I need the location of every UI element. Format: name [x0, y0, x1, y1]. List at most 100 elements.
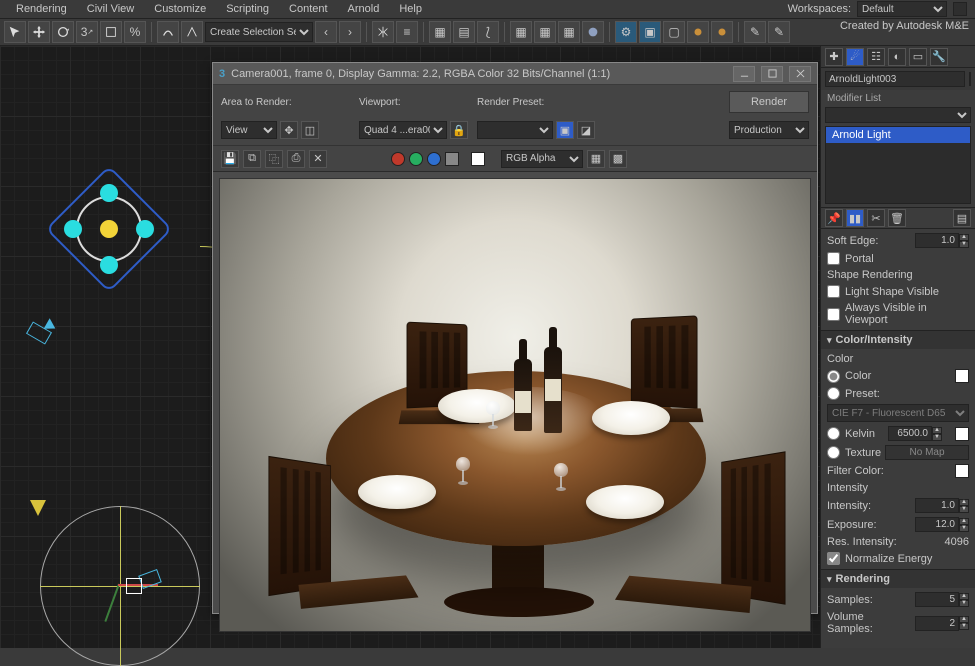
save-image-button[interactable]: 💾 [221, 150, 239, 168]
utilities-tab[interactable]: 🔧 [930, 48, 948, 66]
portal-checkbox[interactable] [827, 252, 840, 265]
light-object-gizmo[interactable] [64, 184, 154, 274]
preset-a-button[interactable]: ▣ [556, 121, 574, 139]
angle-snap-button[interactable] [181, 21, 203, 43]
clear-button[interactable]: ✕ [309, 150, 327, 168]
grid-c-button[interactable]: ▦ [558, 21, 580, 43]
blue-channel-toggle[interactable] [427, 152, 441, 166]
render-production-button[interactable] [687, 21, 709, 43]
workspaces-dropdown[interactable]: Default [857, 1, 947, 17]
menu-arnold[interactable]: Arnold [338, 2, 390, 16]
volume-samples-spinner[interactable] [915, 616, 959, 631]
workspaces-lock-button[interactable] [953, 2, 967, 16]
preset-b-button[interactable]: ◪ [577, 121, 595, 139]
rendered-image[interactable] [219, 178, 811, 632]
area-to-render-dropdown[interactable]: View [221, 121, 277, 139]
menu-scripting[interactable]: Scripting [216, 2, 279, 16]
spinner-down[interactable]: ▼ [959, 600, 969, 607]
color-intensity-rollout-header[interactable]: ▾Color/Intensity [821, 331, 975, 349]
clone-button[interactable]: ⿻ [265, 150, 283, 168]
menu-content[interactable]: Content [279, 2, 338, 16]
close-button[interactable] [789, 66, 811, 82]
spinner-up[interactable]: ▲ [959, 234, 969, 241]
camera-object-gizmo[interactable] [20, 316, 60, 356]
show-end-result-button[interactable]: ▮▮ [846, 209, 864, 227]
reference-coord-button[interactable] [100, 21, 122, 43]
transform-gizmo[interactable] [40, 506, 200, 666]
rotate-button[interactable] [52, 21, 74, 43]
kelvin-spinner[interactable] [888, 426, 932, 441]
color-radio[interactable] [827, 370, 840, 383]
menu-civil-view[interactable]: Civil View [77, 2, 144, 16]
preset-select[interactable]: CIE F7 - Fluorescent D65 [827, 404, 969, 422]
render-setup-button[interactable]: ⚙ [615, 21, 637, 43]
pin-stack-button[interactable]: 📌 [825, 209, 843, 227]
kelvin-swatch[interactable] [955, 427, 969, 441]
modify-tab[interactable]: ☄ [846, 48, 864, 66]
render-showlast-button[interactable]: ▢ [663, 21, 685, 43]
spinner-down[interactable]: ▼ [932, 434, 942, 441]
preset-radio[interactable] [827, 387, 840, 400]
motion-tab[interactable]: ◐ [888, 48, 906, 66]
hierarchy-tab[interactable]: ☷ [867, 48, 885, 66]
menu-help[interactable]: Help [389, 2, 432, 16]
toggle-overlay-a-button[interactable]: ▦ [587, 150, 605, 168]
filter-color-swatch[interactable] [955, 464, 969, 478]
layer-explorer-button[interactable]: ▦ [429, 21, 451, 43]
samples-spinner[interactable] [915, 592, 959, 607]
render-iterate-button[interactable] [711, 21, 733, 43]
make-unique-button[interactable]: ✂ [867, 209, 885, 227]
object-name-field[interactable] [825, 71, 965, 87]
grid-b-button[interactable]: ▦ [534, 21, 556, 43]
green-channel-toggle[interactable] [409, 152, 423, 166]
normalize-energy-checkbox[interactable] [827, 552, 840, 565]
texture-radio[interactable] [827, 446, 840, 459]
print-button[interactable]: ⎙ [287, 150, 305, 168]
intensity-spinner[interactable] [915, 498, 959, 513]
modifier-list-dropdown[interactable] [825, 107, 971, 123]
selection-prev-button[interactable]: ‹ [315, 21, 337, 43]
render-frame-button[interactable]: ▣ [639, 21, 661, 43]
render-button[interactable]: Render [729, 91, 809, 113]
material-editor-button[interactable] [582, 21, 604, 43]
move-button[interactable] [28, 21, 50, 43]
snap-toggle-button[interactable] [157, 21, 179, 43]
menu-rendering[interactable]: Rendering [6, 2, 77, 16]
viewport-dropdown[interactable]: Quad 4 ...era001 [359, 121, 447, 139]
spinner-down[interactable]: ▼ [959, 623, 969, 630]
region-edit-button[interactable]: ✥ [280, 121, 298, 139]
curve-editor-button[interactable]: ⟅ [477, 21, 499, 43]
menu-customize[interactable]: Customize [144, 2, 216, 16]
copy-image-button[interactable]: ⧉ [243, 150, 261, 168]
rendering-rollout-header[interactable]: ▾Rendering [821, 570, 975, 588]
red-channel-toggle[interactable] [391, 152, 405, 166]
channel-dropdown[interactable]: RGB Alpha [501, 150, 583, 168]
schematic-view-button[interactable]: ▤ [453, 21, 475, 43]
percent-snap-button[interactable]: % [124, 21, 146, 43]
kelvin-radio[interactable] [827, 427, 840, 440]
object-color-swatch[interactable] [969, 72, 971, 86]
modifier-stack-item[interactable]: Arnold Light [826, 127, 970, 143]
render-window-titlebar[interactable]: 3 Camera001, frame 0, Display Gamma: 2.2… [213, 63, 817, 85]
spinner-down[interactable]: ▼ [959, 241, 969, 248]
scale-button[interactable]: 3↗ [76, 21, 98, 43]
modifier-stack[interactable]: Arnold Light [825, 126, 971, 204]
light-shape-visible-checkbox[interactable] [827, 285, 840, 298]
paint-button[interactable]: ✎ [744, 21, 766, 43]
spinner-up[interactable]: ▲ [959, 518, 969, 525]
minimize-button[interactable] [733, 66, 755, 82]
display-tab[interactable]: ▭ [909, 48, 927, 66]
always-visible-checkbox[interactable] [827, 308, 840, 321]
remove-modifier-button[interactable]: 🗑 [888, 209, 906, 227]
spinner-down[interactable]: ▼ [959, 506, 969, 513]
spinner-up[interactable]: ▲ [959, 593, 969, 600]
spinner-up[interactable]: ▲ [932, 427, 942, 434]
selection-set-dropdown[interactable]: Create Selection Se [205, 22, 313, 42]
spinner-down[interactable]: ▼ [959, 525, 969, 532]
viewport-lock-button[interactable]: 🔒 [450, 121, 468, 139]
maximize-button[interactable] [761, 66, 783, 82]
mirror-button[interactable] [372, 21, 394, 43]
align-button[interactable]: ≡ [396, 21, 418, 43]
selection-next-button[interactable]: › [339, 21, 361, 43]
alpha-channel-toggle[interactable] [471, 152, 485, 166]
